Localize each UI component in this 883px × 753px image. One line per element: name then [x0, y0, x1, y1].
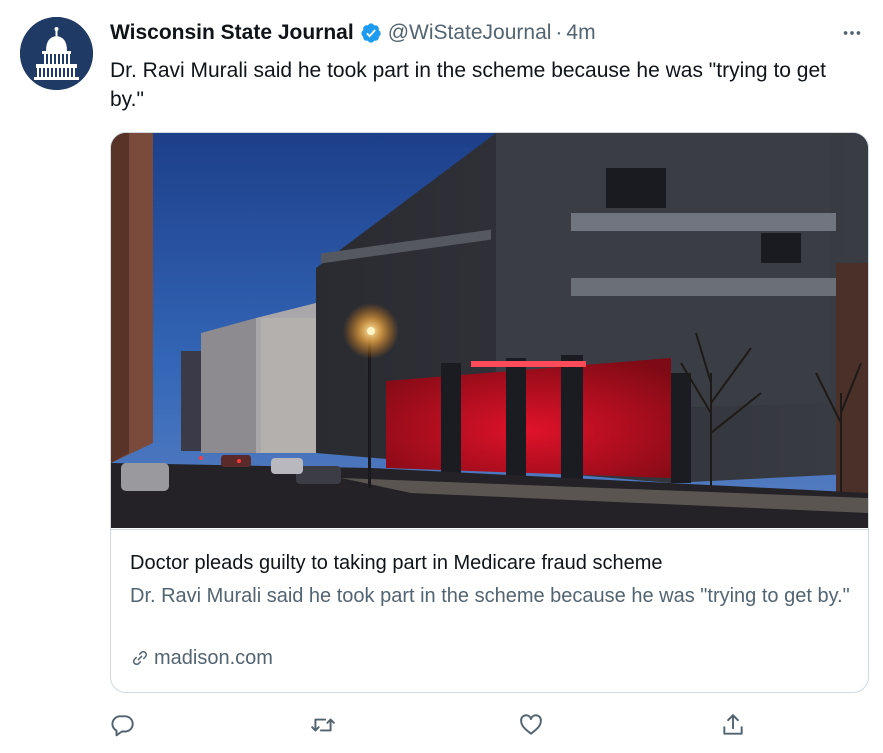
action-bar: [0, 700, 883, 750]
timestamp[interactable]: 4m: [566, 21, 595, 45]
retweet-button[interactable]: [308, 710, 338, 740]
card-description: Dr. Ravi Murali said he took part in the…: [130, 585, 850, 607]
tweet[interactable]: Wisconsin State Journal @WiStateJournal …: [0, 0, 883, 753]
share-icon: [723, 714, 743, 735]
like-icon: [520, 714, 542, 735]
card-domain-label: madison.com: [154, 647, 273, 669]
handle[interactable]: @WiStateJournal: [388, 21, 552, 45]
link-icon: [130, 648, 150, 668]
avatar[interactable]: [20, 17, 93, 90]
more-icon: [843, 31, 861, 35]
card-title: Doctor pleads guilty to taking part in M…: [130, 552, 663, 574]
link-card[interactable]: Doctor pleads guilty to taking part in M…: [110, 132, 869, 693]
tweet-text: Dr. Ravi Murali said he took part in the…: [110, 59, 826, 111]
separator-dot: ·: [555, 21, 563, 44]
like-button[interactable]: [516, 710, 546, 740]
card-body[interactable]: Doctor pleads guilty to taking part in M…: [111, 529, 868, 692]
verified-badge-icon: [360, 22, 382, 44]
more-button[interactable]: [839, 20, 865, 46]
tweet-header: Wisconsin State Journal @WiStateJournal …: [110, 18, 596, 48]
share-button[interactable]: [718, 710, 748, 740]
display-name[interactable]: Wisconsin State Journal: [110, 21, 354, 45]
retweet-icon: [311, 718, 335, 732]
card-image[interactable]: [111, 133, 868, 528]
capitol-dome-logo: [20, 17, 93, 90]
reply-icon: [111, 715, 134, 737]
reply-button[interactable]: [108, 710, 138, 740]
card-domain: madison.com: [130, 644, 273, 672]
